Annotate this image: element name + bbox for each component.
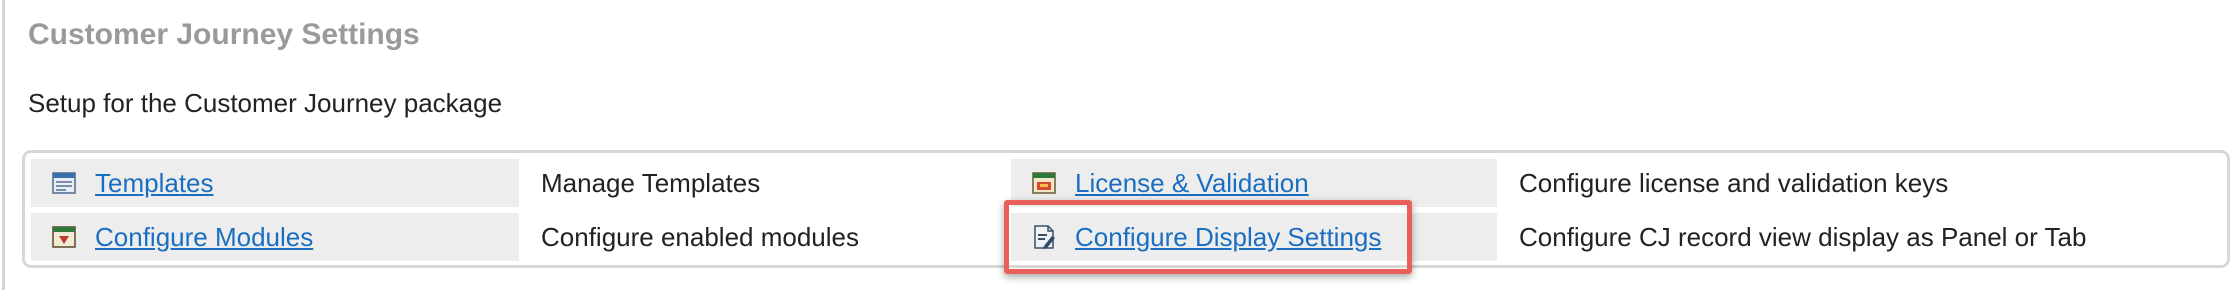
configure-modules-link[interactable]: Configure Modules [95, 222, 313, 253]
templates-description-cell: Manage Templates [525, 159, 1007, 207]
modules-link-cell: Configure Modules [31, 213, 519, 261]
templates-icon [52, 172, 76, 194]
modules-description-cell: Configure enabled modules [525, 213, 1007, 261]
license-description-cell: Configure license and validation keys [1503, 159, 2227, 207]
templates-description: Manage Templates [541, 167, 761, 198]
license-link-cell: License & Validation [1011, 159, 1497, 207]
display-settings-icon [1034, 225, 1055, 249]
modules-icon [52, 226, 76, 248]
page-title: Customer Journey Settings [28, 18, 420, 51]
page-subtitle: Setup for the Customer Journey package [28, 88, 503, 118]
left-divider [2, 0, 5, 290]
modules-description: Configure enabled modules [541, 221, 859, 252]
display-settings-link-cell: Configure Display Settings [1011, 213, 1497, 261]
display-settings-description-cell: Configure CJ record view display as Pane… [1503, 213, 2227, 261]
templates-link-cell: Templates [31, 159, 519, 207]
templates-link[interactable]: Templates [95, 168, 214, 199]
settings-panel: Templates Manage Templates License & Val… [22, 150, 2230, 268]
configure-display-settings-link[interactable]: Configure Display Settings [1075, 222, 1381, 253]
display-settings-description: Configure CJ record view display as Pane… [1519, 221, 2087, 252]
license-icon [1032, 172, 1056, 194]
license-description: Configure license and validation keys [1519, 167, 1949, 198]
customer-journey-settings-page: Customer Journey Settings Setup for the … [0, 0, 2234, 290]
license-validation-link[interactable]: License & Validation [1075, 168, 1309, 199]
